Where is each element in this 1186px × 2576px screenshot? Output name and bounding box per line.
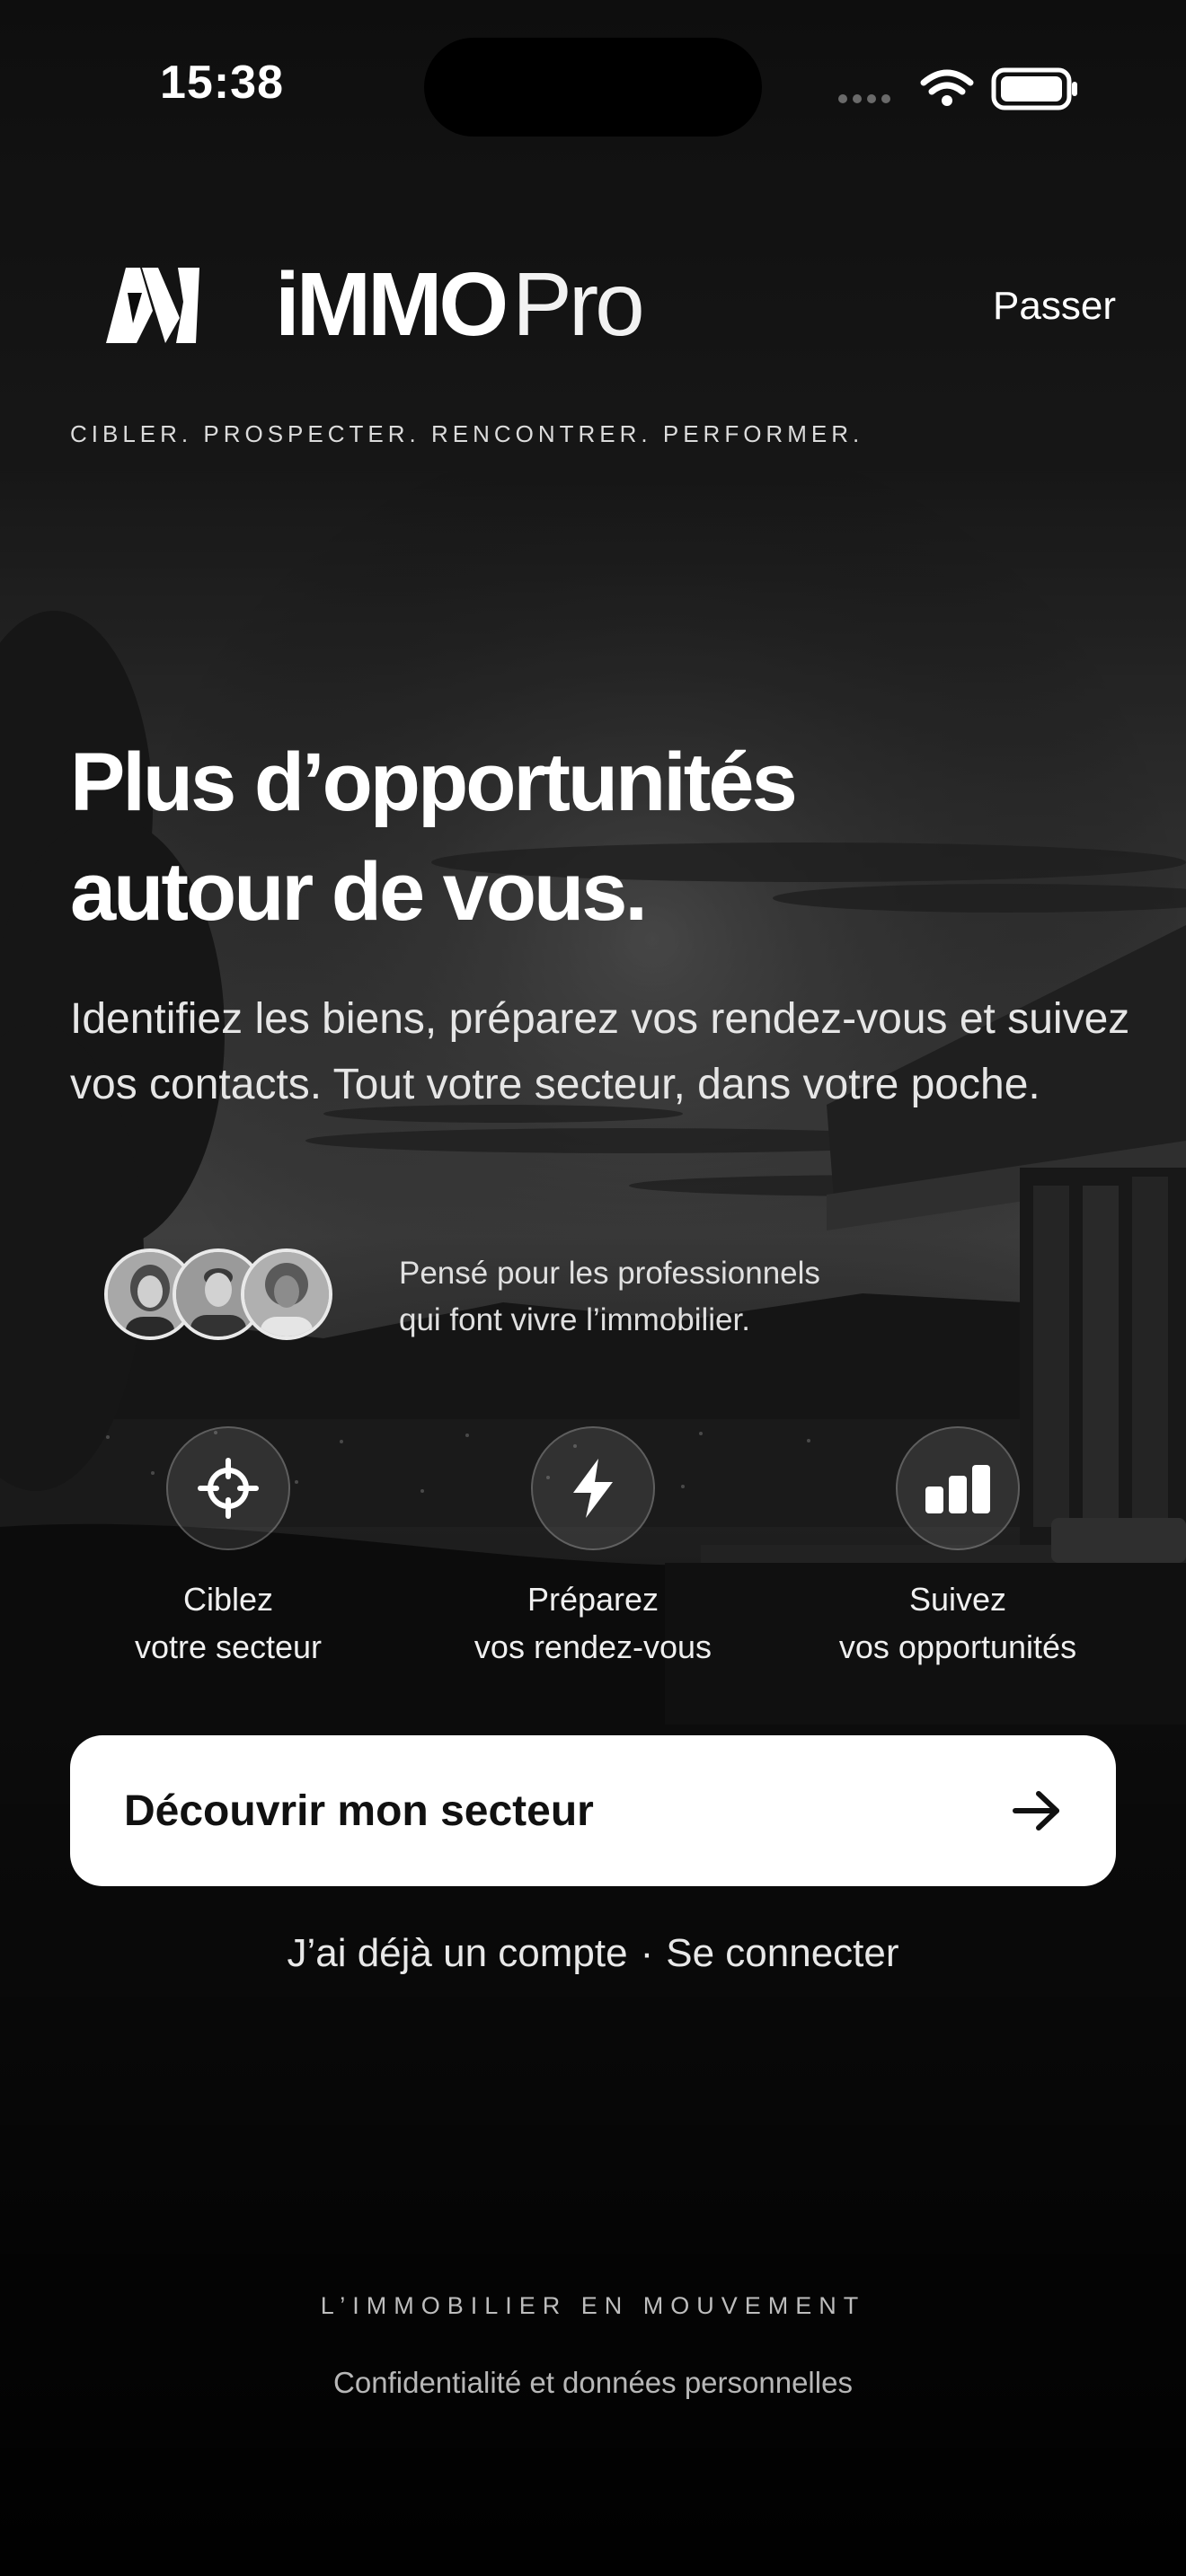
headline-line-2: autour de vous.: [70, 846, 648, 938]
footer-tagline: L’IMMOBILIER EN MOUVEMENT: [320, 2292, 866, 2319]
cta-label: Découvrir mon secteur: [124, 1786, 594, 1835]
discover-sector-button[interactable]: Découvrir mon secteur: [70, 1735, 1116, 1886]
brand-name-light: Pro: [512, 254, 645, 355]
login-separator: ·: [640, 1931, 654, 1975]
wifi-icon: [920, 69, 974, 95]
feature-title: Suivez: [908, 1581, 1007, 1618]
feature-subtitle: votre secteur: [134, 1628, 323, 1665]
feature-target: Ciblez votre secteur: [58, 1426, 399, 1671]
crosshair-icon: [198, 1458, 259, 1519]
feature-subtitle: vos opportunités: [838, 1628, 1077, 1665]
avatar: [241, 1248, 332, 1340]
lightning-icon: [573, 1459, 613, 1518]
social-proof-line-2: qui font vivre l’immobilier.: [399, 1302, 750, 1337]
social-proof-text: Pensé pour les professionnels qui font v…: [399, 1250, 902, 1344]
social-proof-line-1: Pensé pour les professionnels: [399, 1256, 820, 1291]
feature-track: Suivez vos opportunités: [787, 1426, 1128, 1671]
logo-icon: [106, 260, 205, 347]
login-row: J’ai déjà un compte · Se connecter: [0, 1931, 1186, 1976]
feature-icon-circle: [531, 1426, 655, 1550]
status-icons: [836, 63, 1080, 113]
arrow-right-icon: [1013, 1791, 1059, 1831]
signal-icon: [838, 94, 890, 103]
brand-logo-text: iMMOPro: [275, 254, 645, 355]
feature-icon-circle: [896, 1426, 1020, 1550]
headline-line-1: Plus d’opportunités: [70, 737, 798, 828]
hero-subtitle: Identifiez les biens, préparez vos rende…: [70, 995, 1130, 1108]
brand-name-bold: iMMO: [275, 254, 509, 355]
dynamic-island: [424, 38, 762, 137]
privacy-link[interactable]: Confidentialité et données personnelles: [0, 2366, 1186, 2400]
feature-subtitle: vos rendez-vous: [474, 1628, 712, 1665]
login-link[interactable]: Se connecter: [666, 1931, 898, 1975]
avatar-group: [104, 1248, 338, 1340]
feature-title: Ciblez: [182, 1581, 274, 1618]
skip-button[interactable]: Passer: [993, 284, 1116, 329]
feature-title: Préparez: [527, 1581, 659, 1618]
login-prefix: J’ai déjà un compte: [287, 1931, 628, 1975]
bar-chart-icon: [925, 1465, 990, 1513]
hero-headline: Plus d’opportunités autour de vous.: [70, 728, 1058, 947]
feature-icon-circle: [166, 1426, 290, 1550]
tagline: CIBLER. PROSPECTER. RENCONTRER. PERFORME…: [70, 420, 864, 447]
battery-icon: [991, 67, 1077, 110]
feature-prepare: Préparez vos rendez-vous: [422, 1426, 764, 1671]
status-time: 15:38: [160, 57, 284, 109]
